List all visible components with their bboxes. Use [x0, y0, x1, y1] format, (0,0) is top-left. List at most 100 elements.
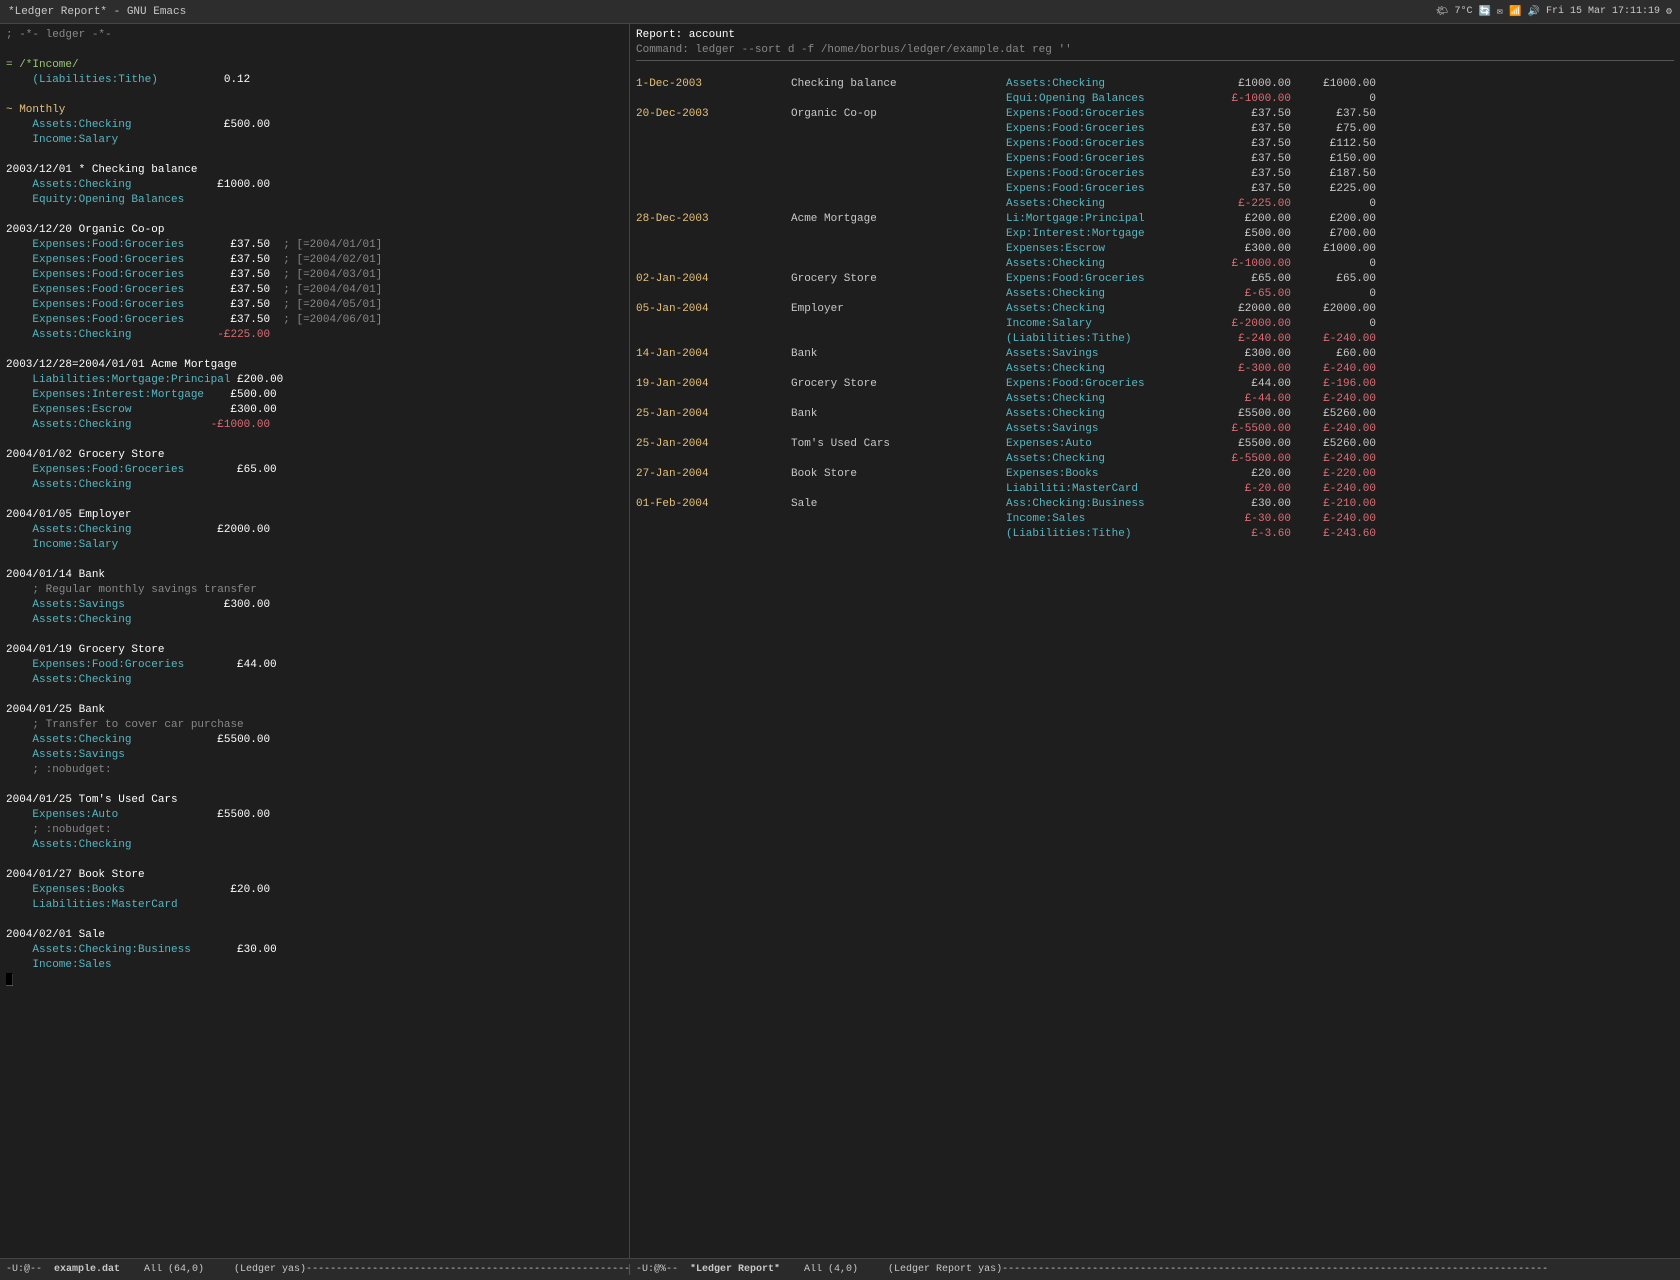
report-row-29: 01-Feb-2004 Sale Ass:Checking:Business £… — [636, 497, 1674, 512]
main-container: ; -*- ledger -*- = /*Income/ (Liabilitie… — [0, 24, 1680, 1258]
report-row-16: 05-Jan-2004 Employer Assets:Checking £20… — [636, 302, 1674, 317]
txn-2004-01-02: 2004/01/02 Grocery Store — [6, 448, 623, 463]
settings-icon[interactable]: ⚙ — [1666, 6, 1672, 18]
blank-12 — [6, 853, 623, 868]
report-title: Report: account — [636, 28, 1674, 43]
blank-4 — [6, 208, 623, 223]
assets-checking-neg1000: Assets:Checking -£1000.00 — [6, 418, 623, 433]
report-row-18: (Liabilities:Tithe) £-240.00 £-240.00 — [636, 332, 1674, 347]
groceries-65: Expenses:Food:Groceries £65.00 — [6, 463, 623, 478]
mortgage-principal: Liabilities:Mortgage:Principal £200.00 — [6, 373, 623, 388]
right-pane: Report: account Command: ledger --sort d… — [630, 24, 1680, 1258]
report-row-31: (Liabilities:Tithe) £-3.60 £-243.60 — [636, 527, 1674, 542]
report-row-1: 1-Dec-2003 Checking balance Assets:Check… — [636, 77, 1674, 92]
txn-2004-01-27: 2004/01/27 Book Store — [6, 868, 623, 883]
blank-6 — [6, 433, 623, 448]
blank-13 — [6, 913, 623, 928]
report-row-5: Expens:Food:Groceries £37.50 £112.50 — [636, 137, 1674, 152]
report-row-24: Assets:Savings £-5500.00 £-240.00 — [636, 422, 1674, 437]
groceries-1: Expenses:Food:Groceries £37.50 ; [=2004/… — [6, 238, 623, 253]
left-pane[interactable]: ; -*- ledger -*- = /*Income/ (Liabilitie… — [0, 24, 630, 1258]
liabilities-mastercard: Liabilities:MasterCard — [6, 898, 623, 913]
txn-2003-12-01: 2003/12/01 * Checking balance — [6, 163, 623, 178]
report-row-8: Expens:Food:Groceries £37.50 £225.00 — [636, 182, 1674, 197]
assets-checking-e: Assets:Checking — [6, 838, 623, 853]
txn-2003-12-20: 2003/12/20 Organic Co-op — [6, 223, 623, 238]
report-row-3: 20-Dec-2003 Organic Co-op Expens:Food:Gr… — [636, 107, 1674, 122]
car-purchase-comment: ; Transfer to cover car purchase — [6, 718, 623, 733]
datetime: Fri 15 Mar 17:11:19 — [1546, 6, 1660, 17]
nobudget-1: ; :nobudget: — [6, 763, 623, 778]
assets-checking-5500: Assets:Checking £5500.00 — [6, 733, 623, 748]
volume-icon[interactable]: 🔊 — [1527, 6, 1539, 18]
report-row-23: 25-Jan-2004 Bank Assets:Checking £5500.0… — [636, 407, 1674, 422]
blank-8 — [6, 553, 623, 568]
report-row-2: Equi:Opening Balances £-1000.00 0 — [636, 92, 1674, 107]
report-row-15: Assets:Checking £-65.00 0 — [636, 287, 1674, 302]
blank-3 — [6, 148, 623, 163]
assets-checking-2000: Assets:Checking £2000.00 — [6, 523, 623, 538]
groceries-6: Expenses:Food:Groceries £37.50 ; [=2004/… — [6, 313, 623, 328]
report-row-20: Assets:Checking £-300.00 £-240.00 — [636, 362, 1674, 377]
mail-icon[interactable]: ✉ — [1497, 6, 1503, 18]
report-row-9: Assets:Checking £-225.00 0 — [636, 197, 1674, 212]
assets-checking-225: Assets:Checking -£225.00 — [6, 328, 623, 343]
assets-savings-300: Assets:Savings £300.00 — [6, 598, 623, 613]
report-row-25: 25-Jan-2004 Tom's Used Cars Expenses:Aut… — [636, 437, 1674, 452]
assets-checking-500: Assets:Checking £500.00 — [6, 118, 623, 133]
status-right: -U:@%-- *Ledger Report* All (4,0) (Ledge… — [630, 1264, 1680, 1275]
equity-opening: Equity:Opening Balances — [6, 193, 623, 208]
report-row-10: 28-Dec-2003 Acme Mortgage Li:Mortgage:Pr… — [636, 212, 1674, 227]
liabilities-tithe-line: (Liabilities:Tithe) 0.12 — [6, 73, 623, 88]
title-bar-right: 🌤 7°C 🔄 ✉ 📶 🔊 Fri 15 Mar 17:11:19 ⚙ — [1436, 6, 1672, 18]
report-row-6: Expens:Food:Groceries £37.50 £150.00 — [636, 152, 1674, 167]
blank-10 — [6, 688, 623, 703]
assets-checking-1000: Assets:Checking £1000.00 — [6, 178, 623, 193]
report-row-30: Income:Sales £-30.00 £-240.00 — [636, 512, 1674, 527]
report-row-22: Assets:Checking £-44.00 £-240.00 — [636, 392, 1674, 407]
groceries-44: Expenses:Food:Groceries £44.00 — [6, 658, 623, 673]
expenses-auto: Expenses:Auto £5500.00 — [6, 808, 623, 823]
txn-2004-01-25-bank: 2004/01/25 Bank — [6, 703, 623, 718]
title-bar: *Ledger Report* - GNU Emacs 🌤 7°C 🔄 ✉ 📶 … — [0, 0, 1680, 24]
blank-11 — [6, 778, 623, 793]
status-left: -U:@-- example.dat All (64,0) (Ledger ya… — [0, 1264, 630, 1275]
txn-2003-12-28: 2003/12/28=2004/01/01 Acme Mortgage — [6, 358, 623, 373]
assets-checking-b: Assets:Checking — [6, 613, 623, 628]
savings-comment: ; Regular monthly savings transfer — [6, 583, 623, 598]
assets-checking-c: Assets:Checking — [6, 673, 623, 688]
income-salary-1: Income:Salary — [6, 133, 623, 148]
temperature: 7°C — [1455, 6, 1473, 17]
report-row-4: Expens:Food:Groceries £37.50 £75.00 — [636, 122, 1674, 137]
groceries-2: Expenses:Food:Groceries £37.50 ; [=2004/… — [6, 253, 623, 268]
window-title: *Ledger Report* - GNU Emacs — [8, 6, 186, 18]
refresh-icon[interactable]: 🔄 — [1479, 6, 1491, 18]
status-bar: -U:@-- example.dat All (64,0) (Ledger ya… — [0, 1258, 1680, 1280]
report-row-13: Assets:Checking £-1000.00 0 — [636, 257, 1674, 272]
nobudget-2: ; :nobudget: — [6, 823, 623, 838]
report-row-27: 27-Jan-2004 Book Store Expenses:Books £2… — [636, 467, 1674, 482]
txn-2004-01-14: 2004/01/14 Bank — [6, 568, 623, 583]
report-row-21: 19-Jan-2004 Grocery Store Expens:Food:Gr… — [636, 377, 1674, 392]
income-salary-2: Income:Salary — [6, 538, 623, 553]
report-row-17: Income:Salary £-2000.00 0 — [636, 317, 1674, 332]
groceries-5: Expenses:Food:Groceries £37.50 ; [=2004/… — [6, 298, 623, 313]
groceries-3: Expenses:Food:Groceries £37.50 ; [=2004/… — [6, 268, 623, 283]
left-status-text: -U:@-- example.dat All (64,0) (Ledger ya… — [6, 1264, 630, 1275]
report-row-19: 14-Jan-2004 Bank Assets:Savings £300.00 … — [636, 347, 1674, 362]
report-row-7: Expens:Food:Groceries £37.50 £187.50 — [636, 167, 1674, 182]
cursor-line: █ — [6, 973, 623, 988]
report-row-28: Liabiliti:MasterCard £-20.00 £-240.00 — [636, 482, 1674, 497]
assets-checking-business: Assets:Checking:Business £30.00 — [6, 943, 623, 958]
weather-icon: 🌤 — [1436, 6, 1449, 18]
txn-2004-01-19: 2004/01/19 Grocery Store — [6, 643, 623, 658]
income-header: = /*Income/ — [6, 58, 623, 73]
interest-mortgage: Expenses:Interest:Mortgage £500.00 — [6, 388, 623, 403]
blank-line — [6, 43, 623, 58]
txn-2004-01-05: 2004/01/05 Employer — [6, 508, 623, 523]
report-row-14: 02-Jan-2004 Grocery Store Expens:Food:Gr… — [636, 272, 1674, 287]
blank-line-2 — [6, 88, 623, 103]
blank-9 — [6, 628, 623, 643]
income-sales: Income:Sales — [6, 958, 623, 973]
assets-savings-d: Assets:Savings — [6, 748, 623, 763]
